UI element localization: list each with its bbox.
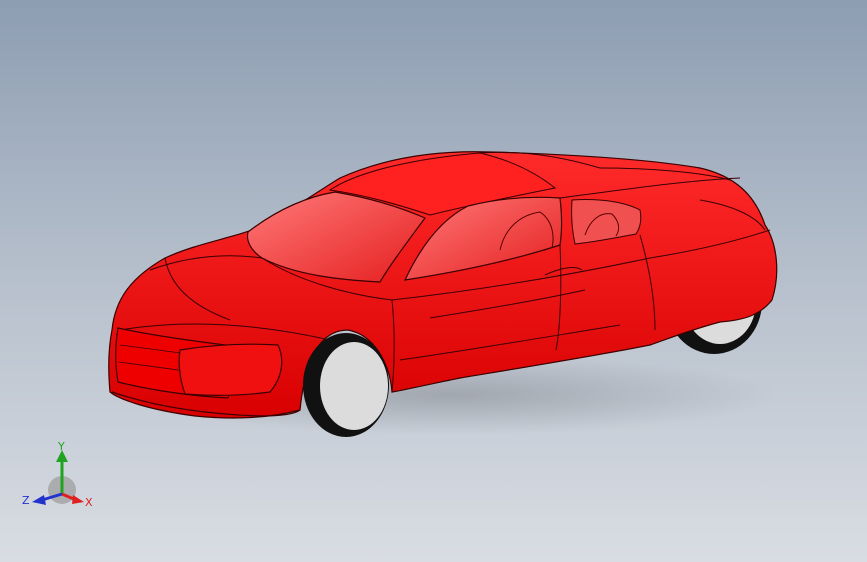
car-model[interactable] <box>0 0 867 562</box>
headlight <box>178 343 283 396</box>
z-axis-label: Z <box>22 494 30 507</box>
y-axis-label: Y <box>57 440 65 453</box>
view-triad[interactable]: Y X Z <box>18 438 108 528</box>
graphics-viewport[interactable]: Y X Z <box>0 0 867 562</box>
x-axis-label: X <box>85 496 93 509</box>
front-wheel[interactable] <box>303 333 389 437</box>
